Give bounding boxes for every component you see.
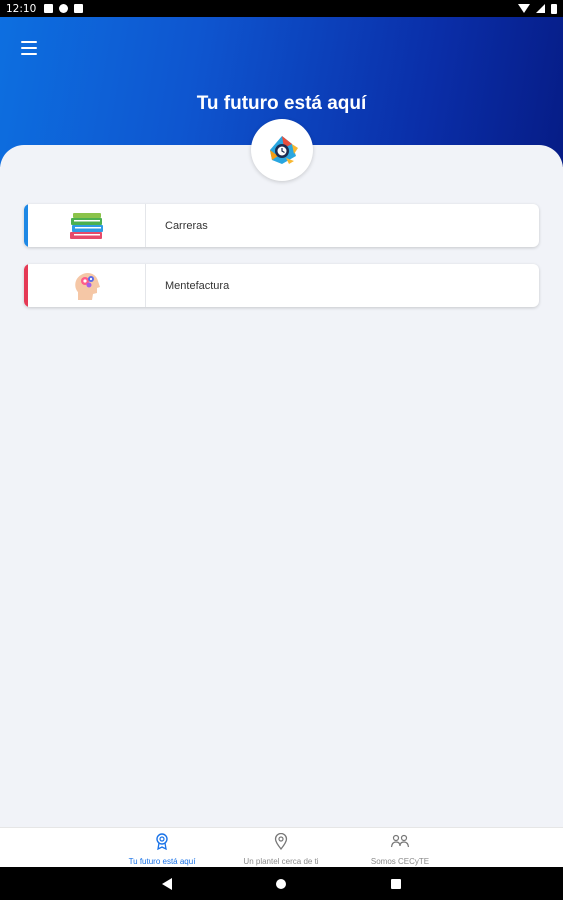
app-logo xyxy=(251,119,313,181)
sd-card-icon xyxy=(74,4,84,13)
back-icon[interactable] xyxy=(162,878,172,890)
nav-somos-cecyte[interactable]: Somos CECyTE xyxy=(335,833,465,866)
page-title: Tu futuro está aquí xyxy=(196,93,367,114)
nav-plantel[interactable]: Un plantel cerca de ti xyxy=(216,832,346,866)
home-icon[interactable] xyxy=(276,879,286,889)
location-pin-icon xyxy=(274,832,288,851)
notification-icon xyxy=(44,4,54,13)
bird-logo-icon xyxy=(270,136,298,164)
status-time: 12:10 xyxy=(6,2,37,15)
people-icon xyxy=(390,834,410,848)
nav-tu-futuro[interactable]: Tu futuro está aquí xyxy=(97,833,227,866)
content-sheet xyxy=(0,145,563,827)
card-label: Carreras xyxy=(165,219,208,232)
battery-icon xyxy=(551,3,557,14)
system-navigation-bar xyxy=(0,867,563,900)
nav-label: Un plantel cerca de ti xyxy=(243,857,319,866)
card-thumbnail xyxy=(28,264,146,307)
card-label: Mentefactura xyxy=(165,279,230,292)
nav-label: Somos CECyTE xyxy=(370,857,430,866)
card-carreras[interactable]: Carreras xyxy=(24,204,539,247)
award-icon xyxy=(156,833,168,851)
status-bar: 12:10 xyxy=(0,0,563,17)
notification-icon xyxy=(59,4,69,13)
signal-icon xyxy=(536,4,545,13)
books-icon xyxy=(69,212,103,239)
nav-label: Tu futuro está aquí xyxy=(128,857,196,866)
wifi-icon xyxy=(518,4,530,13)
card-thumbnail xyxy=(28,204,146,247)
recent-apps-icon[interactable] xyxy=(391,879,401,889)
menu-icon[interactable] xyxy=(21,41,37,55)
bottom-nav: Tu futuro está aquí Un plantel cerca de … xyxy=(0,827,563,867)
head-gears-icon xyxy=(74,272,100,300)
card-mentefactura[interactable]: Mentefactura xyxy=(24,264,539,307)
status-icons xyxy=(518,3,557,14)
